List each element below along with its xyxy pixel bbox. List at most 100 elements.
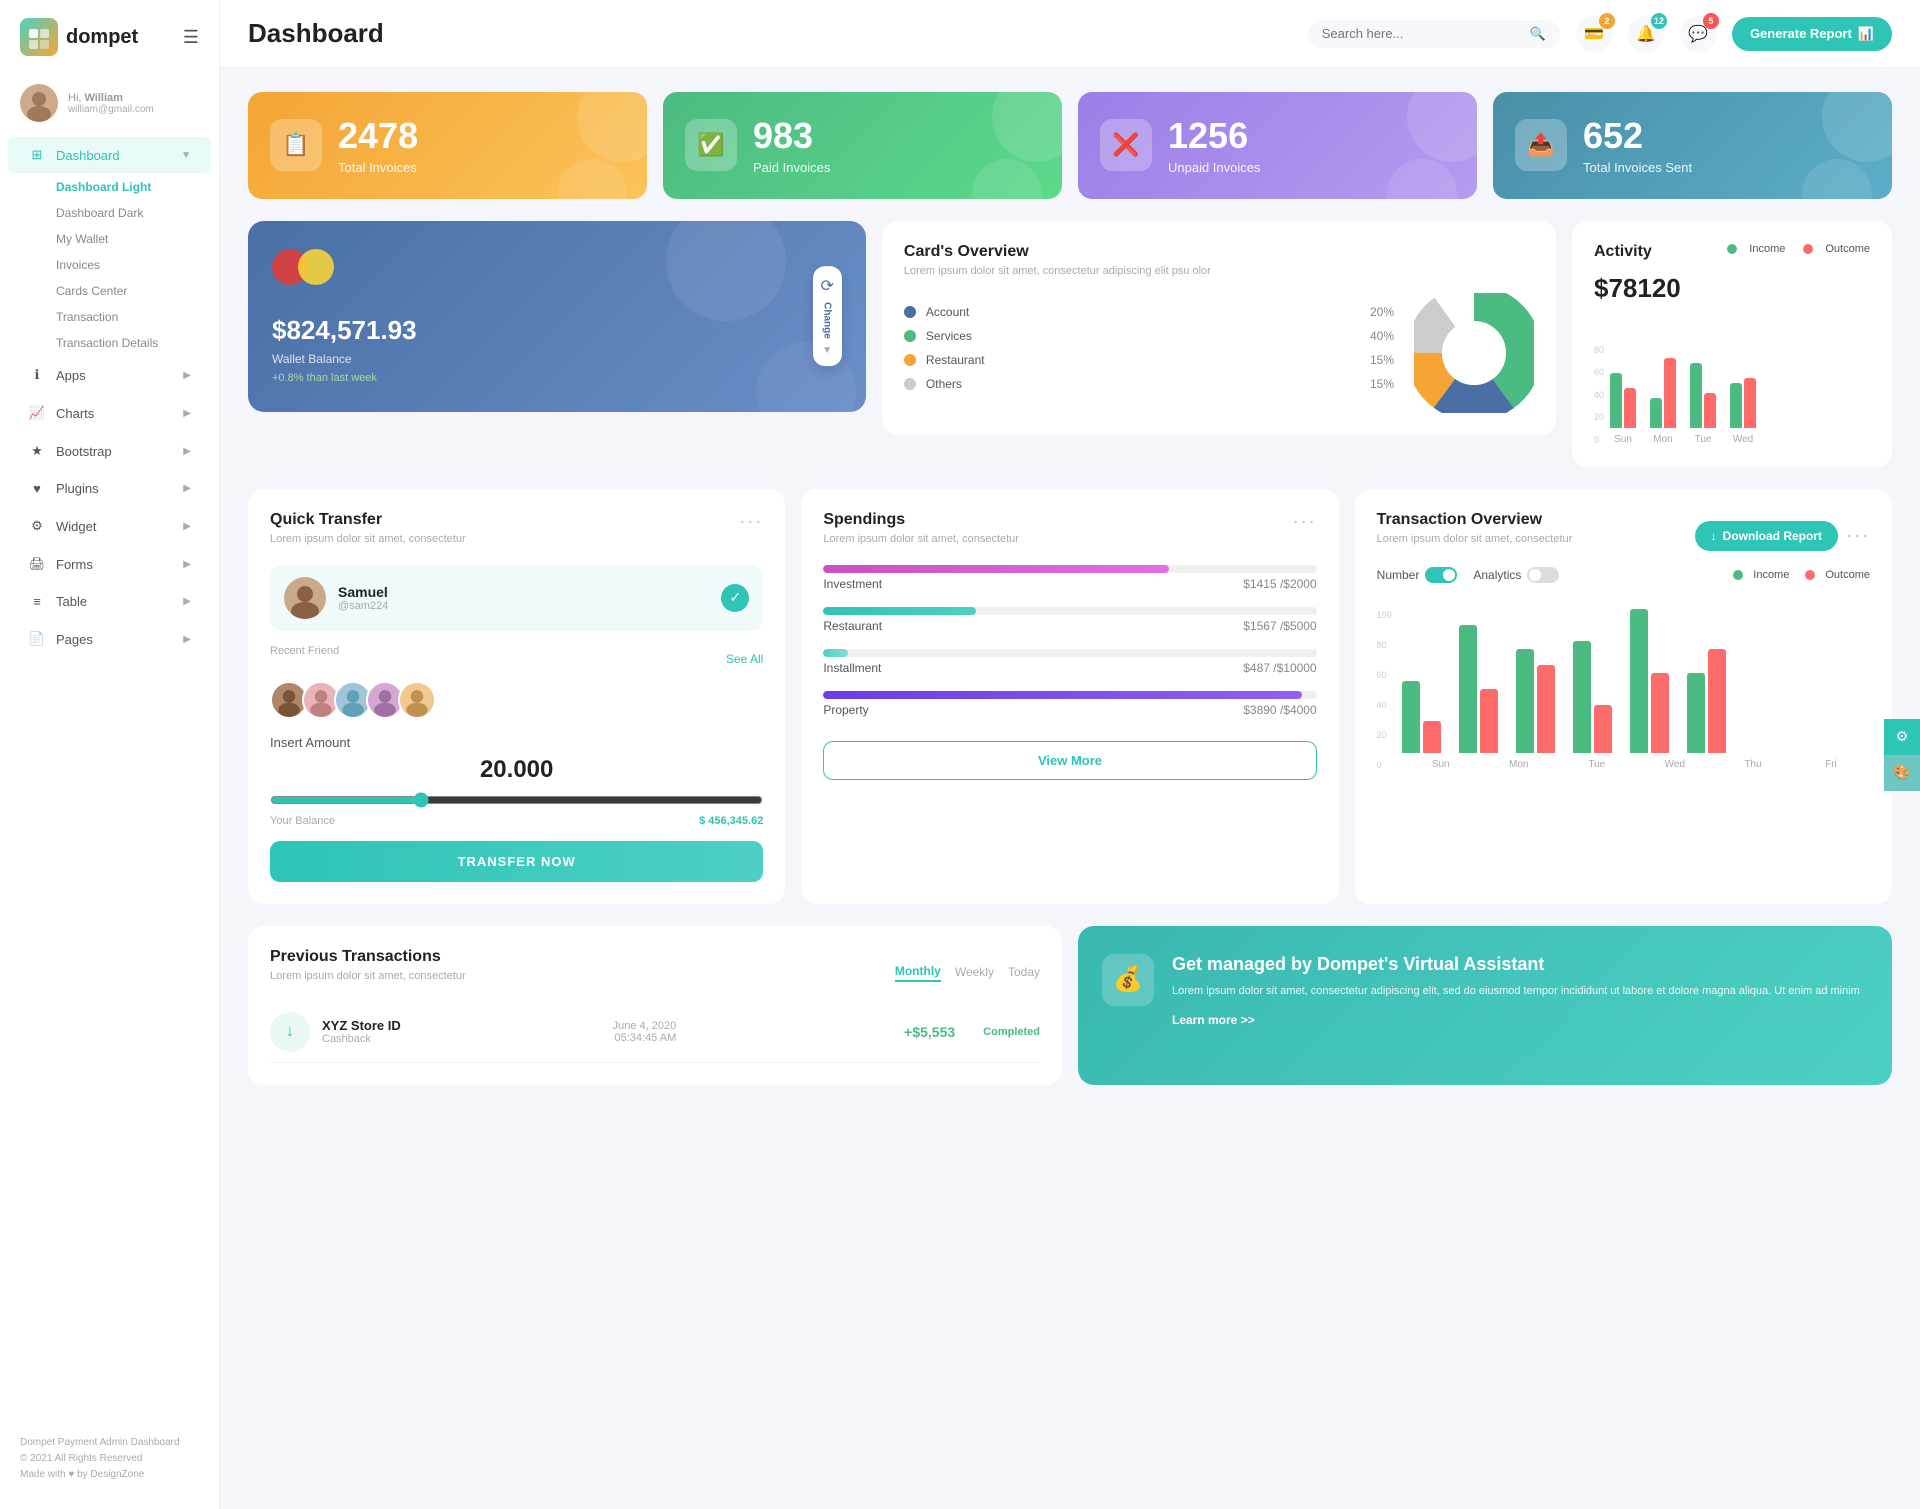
bar-wed-income (1730, 383, 1742, 428)
friends-avatars-row (270, 681, 763, 719)
nav-item-pages[interactable]: 📄 Pages ▶ (8, 621, 211, 657)
overview-item-services: Services (926, 329, 1360, 343)
nav-item-table[interactable]: ≡ Table ▶ (8, 584, 211, 619)
spendings-menu-btn[interactable]: ··· (1293, 511, 1317, 532)
generate-report-button[interactable]: Generate Report 📊 (1732, 17, 1892, 51)
contact-handle: @sam224 (338, 600, 388, 612)
recent-friend-label: Recent Friend (270, 645, 339, 657)
search-input[interactable] (1322, 26, 1522, 41)
settings-float-btn[interactable]: ⚙ (1884, 719, 1920, 755)
invoice-icon: 📋 (270, 119, 322, 171)
download-report-label: Download Report (1723, 529, 1822, 543)
nav-item-plugins[interactable]: ♥ Plugins ▶ (8, 471, 211, 506)
nav-item-apps[interactable]: ℹ Apps ▶ (8, 357, 211, 393)
print-icon: 🖨 (28, 556, 46, 572)
submenu-cards-center[interactable]: Cards Center (36, 278, 219, 304)
hamburger-menu[interactable]: ☰ (183, 27, 199, 48)
submenu-transaction-details[interactable]: Transaction Details (36, 330, 219, 356)
page-title: Dashboard (248, 18, 384, 49)
balance-amount: $ 456,345.62 (699, 815, 763, 827)
search-wrapper: 🔍 (1308, 20, 1560, 48)
spending-investment: Investment $1415 /$2000 (823, 565, 1316, 591)
nav-item-dashboard[interactable]: ⊞ Dashboard ▼ (8, 137, 211, 173)
overview-item-restaurant: Restaurant (926, 353, 1360, 367)
activity-title: Activity (1594, 243, 1652, 261)
color-float-btn[interactable]: 🎨 (1884, 755, 1920, 791)
overview-pct-restaurant: 15% (1370, 353, 1394, 367)
big-bar-thu-outcome (1651, 673, 1669, 753)
float-buttons: ⚙ 🎨 (1884, 719, 1920, 791)
transfer-amount-display: 20.000 (270, 756, 763, 784)
toggle-row: Number Analytics Income Outcome (1377, 567, 1870, 583)
wallet-card: $824,571.93 Wallet Balance +0.8% than la… (248, 221, 866, 412)
download-report-button[interactable]: ↓ Download Report (1695, 521, 1838, 551)
spending-restaurant: Restaurant $1567 /$5000 (823, 607, 1316, 633)
chat-badge: 5 (1703, 13, 1719, 29)
bar-label-tue: Tue (1690, 434, 1716, 445)
big-bar-tue-income (1516, 649, 1534, 753)
change-card-button[interactable]: ⟳ Change ▼ (813, 266, 842, 366)
star-icon: ★ (28, 443, 46, 459)
quick-transfer-title: Quick Transfer (270, 511, 466, 529)
wallet-badge: 2 (1599, 13, 1615, 29)
nav-label-apps: Apps (56, 368, 86, 383)
header: Dashboard 🔍 💳 2 🔔 12 💬 5 Generate Report… (220, 0, 1920, 68)
chevron-icon: ▼ (822, 345, 832, 356)
sent-invoices-label: Total Invoices Sent (1583, 160, 1692, 175)
download-icon: ↓ (1711, 529, 1717, 543)
income-legend-label: Income (1749, 243, 1785, 255)
bar-label-wed: Wed (1730, 434, 1756, 445)
txn-bar-chart (1402, 593, 1870, 753)
nav-item-bootstrap[interactable]: ★ Bootstrap ▶ (8, 433, 211, 469)
chat-icon-btn[interactable]: 💬 5 (1680, 16, 1716, 52)
submenu-transaction[interactable]: Transaction (36, 304, 219, 330)
txn-overview-subtitle: Lorem ipsum dolor sit amet, consectetur (1377, 533, 1573, 545)
generate-report-label: Generate Report (1750, 26, 1852, 41)
see-all-link[interactable]: See All (726, 652, 763, 666)
prev-txn-title: Previous Transactions (270, 948, 466, 966)
submenu-my-wallet[interactable]: My Wallet (36, 226, 219, 252)
txn-y-axis: 100 80 60 40 20 0 (1377, 610, 1392, 770)
nav-item-charts[interactable]: 📈 Charts ▶ (8, 395, 211, 431)
donut-legend: Account 20% Services 40% (904, 305, 1394, 401)
notification-icon-btn[interactable]: 🔔 12 (1628, 16, 1664, 52)
wallet-icon-btn[interactable]: 💳 2 (1576, 16, 1612, 52)
stat-card-total-invoices: 📋 2478 Total Invoices (248, 92, 647, 199)
contact-name: Samuel (338, 584, 388, 600)
stat-card-paid-invoices: ✅ 983 Paid Invoices (663, 92, 1062, 199)
investment-amounts: $1415 /$2000 (1243, 577, 1316, 591)
tab-monthly[interactable]: Monthly (895, 964, 941, 982)
va-learn-more-link[interactable]: Learn more >> (1172, 1013, 1255, 1027)
view-more-button[interactable]: View More (823, 741, 1316, 780)
analytics-toggle[interactable] (1527, 567, 1559, 583)
big-bar-wed-outcome (1594, 705, 1612, 753)
quick-transfer-subtitle: Lorem ipsum dolor sit amet, consectetur (270, 533, 466, 545)
quick-transfer-menu-btn[interactable]: ··· (739, 511, 763, 532)
prev-transactions-card: Previous Transactions Lorem ipsum dolor … (248, 926, 1062, 1085)
txn-overview-menu-btn[interactable]: ··· (1846, 525, 1870, 546)
tab-today[interactable]: Today (1008, 965, 1040, 981)
unpaid-icon: ❌ (1100, 119, 1152, 171)
chevron-right-icon8: ▶ (183, 634, 191, 645)
cards-overview-subtitle: Lorem ipsum dolor sit amet, consectetur … (904, 265, 1534, 277)
sent-icon: 📤 (1515, 119, 1567, 171)
va-icon: 💰 (1102, 954, 1154, 1006)
nav-item-forms[interactable]: 🖨 Forms ▶ (8, 546, 211, 582)
big-bar-tue-outcome (1537, 665, 1555, 753)
table-row: ↓ XYZ Store ID Cashback June 4, 2020 05:… (270, 1002, 1040, 1063)
bar-label-mon: Mon (1650, 434, 1676, 445)
submenu-invoices[interactable]: Invoices (36, 252, 219, 278)
submenu-dashboard-light[interactable]: Dashboard Light (36, 174, 219, 200)
transfer-now-button[interactable]: TRANSFER NOW (270, 841, 763, 882)
search-icon[interactable]: 🔍 (1530, 26, 1546, 42)
income-toggle-legend: Income (1753, 569, 1789, 581)
friend-avatar-5[interactable] (398, 681, 436, 719)
number-toggle[interactable] (1425, 567, 1457, 583)
amount-slider[interactable] (270, 792, 763, 808)
nav-item-widget[interactable]: ⚙ Widget ▶ (8, 508, 211, 544)
submenu-dashboard-dark[interactable]: Dashboard Dark (36, 200, 219, 226)
donut-chart (1414, 293, 1534, 413)
tab-weekly[interactable]: Weekly (955, 965, 994, 981)
user-email: william@gmail.com (68, 104, 154, 115)
txn-overview-title: Transaction Overview (1377, 511, 1573, 529)
